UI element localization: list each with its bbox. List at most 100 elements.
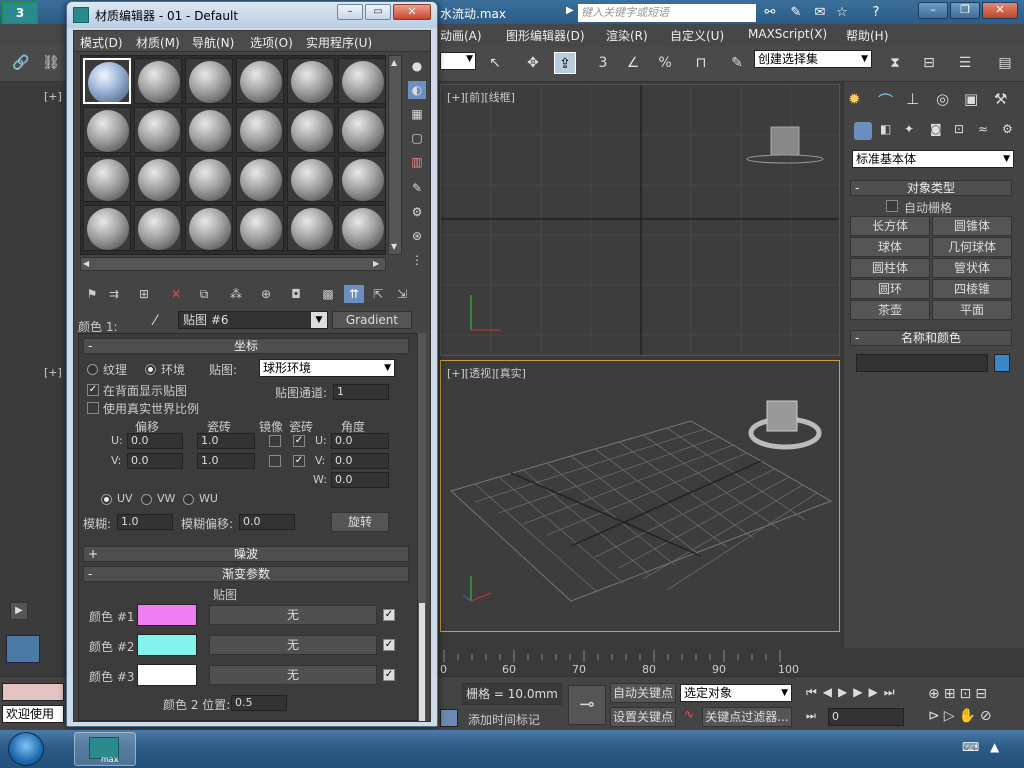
color3-swatch[interactable] (137, 664, 197, 686)
menu-rendering[interactable]: 渲染(R) (606, 27, 648, 44)
sample-slot[interactable] (287, 58, 335, 104)
sample-type-icon[interactable]: ● (408, 57, 426, 75)
menu-graph-editors[interactable]: 图形编辑器(D) (506, 27, 585, 44)
minimize-button[interactable]: – (918, 2, 948, 19)
create-tab-icon[interactable]: ✹ (848, 90, 861, 108)
sample-slot[interactable] (185, 58, 233, 104)
spinner-snap-icon[interactable]: ⊓ (690, 52, 712, 74)
color3-map-button[interactable]: 无 (209, 665, 377, 685)
material-id-icon[interactable]: ◘ (286, 285, 306, 303)
v-mirror-checkbox[interactable] (269, 455, 281, 467)
reset-map-icon[interactable]: ✕ (166, 285, 186, 303)
v-offset-spinner[interactable]: 0.0 (127, 453, 183, 469)
map-name-field[interactable]: 贴图 #6 ▼ (178, 311, 328, 329)
name-color-header[interactable]: - 名称和颜色 (850, 330, 1012, 346)
real-world-scale-checkbox[interactable] (87, 402, 99, 414)
tools-icon[interactable]: ✎ (786, 4, 806, 22)
sample-slot[interactable] (134, 58, 182, 104)
cylinder-button[interactable]: 圆柱体 (850, 258, 930, 278)
material-map-navigator-icon[interactable]: ⋮ (408, 251, 426, 269)
play-expand-icon[interactable]: ▶ (10, 602, 28, 620)
ribbon-icon[interactable]: ▤ (994, 52, 1016, 74)
get-material-icon[interactable]: ⚑ (82, 285, 102, 303)
rollouts-scrollbar[interactable] (418, 333, 426, 721)
show-end-result-icon[interactable]: ⇈ (344, 285, 364, 303)
communication-icon[interactable]: ✉ (810, 4, 830, 22)
med-menu-utilities[interactable]: 实用程序(U) (306, 34, 372, 51)
cone-button[interactable]: 圆锥体 (932, 216, 1012, 236)
eyedropper-icon[interactable]: ⁄ (154, 313, 156, 329)
viewport-layout-icon[interactable] (6, 635, 40, 663)
close-button[interactable]: ✕ (982, 2, 1018, 19)
u-tile-checkbox[interactable]: ✓ (293, 435, 305, 447)
spacewarps-icon[interactable]: ≈ (978, 122, 988, 136)
move-icon[interactable]: ✥ (522, 52, 544, 74)
snap-3d-icon[interactable]: 3 (592, 52, 614, 74)
sample-slot[interactable] (134, 205, 182, 251)
rollouts-scroll-thumb[interactable] (419, 603, 425, 721)
maximize-button[interactable]: ❐ (950, 2, 980, 19)
med-maximize-button[interactable]: ▭ (365, 4, 391, 20)
assign-material-icon[interactable]: ⊞ (134, 285, 154, 303)
select-object-icon[interactable]: ↖ (484, 52, 506, 74)
object-name-input[interactable] (856, 354, 988, 372)
help-icon[interactable]: ? (866, 4, 886, 22)
med-close-button[interactable]: ✕ (393, 4, 431, 20)
object-color-swatch[interactable] (994, 354, 1010, 372)
sample-slot[interactable] (185, 205, 233, 251)
display-tab-icon[interactable]: ▣ (964, 90, 978, 108)
uv-radio[interactable] (101, 494, 112, 505)
color1-map-checkbox[interactable]: ✓ (383, 609, 395, 621)
sample-slot[interactable] (83, 107, 131, 153)
set-key-icon[interactable]: ⊸ (568, 685, 606, 725)
sample-slot[interactable] (287, 205, 335, 251)
mapping-dropdown[interactable]: 球形环境 ▼ (259, 359, 395, 377)
blur-offset-spinner[interactable]: 0.0 (239, 514, 295, 530)
geosphere-button[interactable]: 几何球体 (932, 237, 1012, 257)
add-time-tag-label[interactable]: 添加时间标记 (468, 711, 540, 728)
sample-slot[interactable] (338, 205, 386, 251)
selection-filter-dropdown[interactable]: ▼ (440, 52, 476, 70)
color2-map-checkbox[interactable]: ✓ (383, 639, 395, 651)
sample-slot[interactable] (236, 107, 284, 153)
w-angle-spinner[interactable]: 0.0 (331, 472, 389, 488)
material-editor-titlebar[interactable]: 材质编辑器 - 01 - Default – ▭ ✕ (67, 2, 437, 28)
object-type-header[interactable]: - 对象类型 (850, 180, 1012, 196)
helpers-icon[interactable]: ⊡ (954, 122, 964, 136)
set-key-button[interactable]: 设置关键点 (610, 707, 676, 727)
med-menu-options[interactable]: 选项(O) (250, 34, 293, 51)
cameras-icon[interactable]: ◙ (930, 122, 942, 136)
select-by-material-icon[interactable]: ⊛ (408, 227, 426, 245)
binoculars-icon[interactable]: ⚯ (760, 4, 780, 22)
make-unique-icon[interactable]: ⁂ (226, 285, 246, 303)
search-input[interactable]: 键入关键字或短语 (578, 4, 756, 22)
plane-button[interactable]: 平面 (932, 300, 1012, 320)
noise-rollout-header[interactable]: + 噪波 (83, 546, 409, 562)
options-icon[interactable]: ⚙ (408, 203, 426, 221)
auto-key-button[interactable]: 自动关键点 (610, 683, 676, 703)
sample-slot[interactable] (338, 156, 386, 202)
taskbar-max-button[interactable]: max (74, 732, 136, 766)
put-material-icon[interactable]: ⇉ (104, 285, 124, 303)
time-tag-icon[interactable] (440, 709, 458, 727)
make-copy-icon[interactable]: ⧉ (194, 285, 214, 303)
viewport-navigation-controls[interactable]: ⊕⊞⊡⊟ ⊳▷✋⊘ (928, 683, 1022, 727)
v-angle-spinner[interactable]: 0.0 (331, 453, 389, 469)
perspective-viewport-label[interactable]: [+][透视][真实] (447, 365, 526, 381)
sample-slot[interactable] (338, 58, 386, 104)
edit-named-selection-icon[interactable]: ✎ (726, 52, 748, 74)
modify-tab-icon[interactable]: ⌒ (878, 90, 893, 111)
viewport-left-label[interactable]: [+] (44, 366, 62, 379)
sample-slot[interactable] (83, 156, 131, 202)
sample-slot[interactable] (236, 58, 284, 104)
backlight-icon[interactable]: ◐ (408, 81, 426, 99)
hierarchy-tab-icon[interactable]: ⊥ (906, 90, 919, 108)
sample-slot[interactable] (83, 58, 131, 104)
color2-map-button[interactable]: 无 (209, 635, 377, 655)
color1-swatch[interactable] (137, 604, 197, 626)
current-frame-spinner[interactable]: 0 (828, 708, 904, 726)
sample-slot[interactable] (236, 156, 284, 202)
wu-radio[interactable] (183, 494, 194, 505)
front-viewport[interactable]: [+][前][线框] (440, 84, 840, 356)
background-checker-icon[interactable]: ▦ (408, 105, 426, 123)
